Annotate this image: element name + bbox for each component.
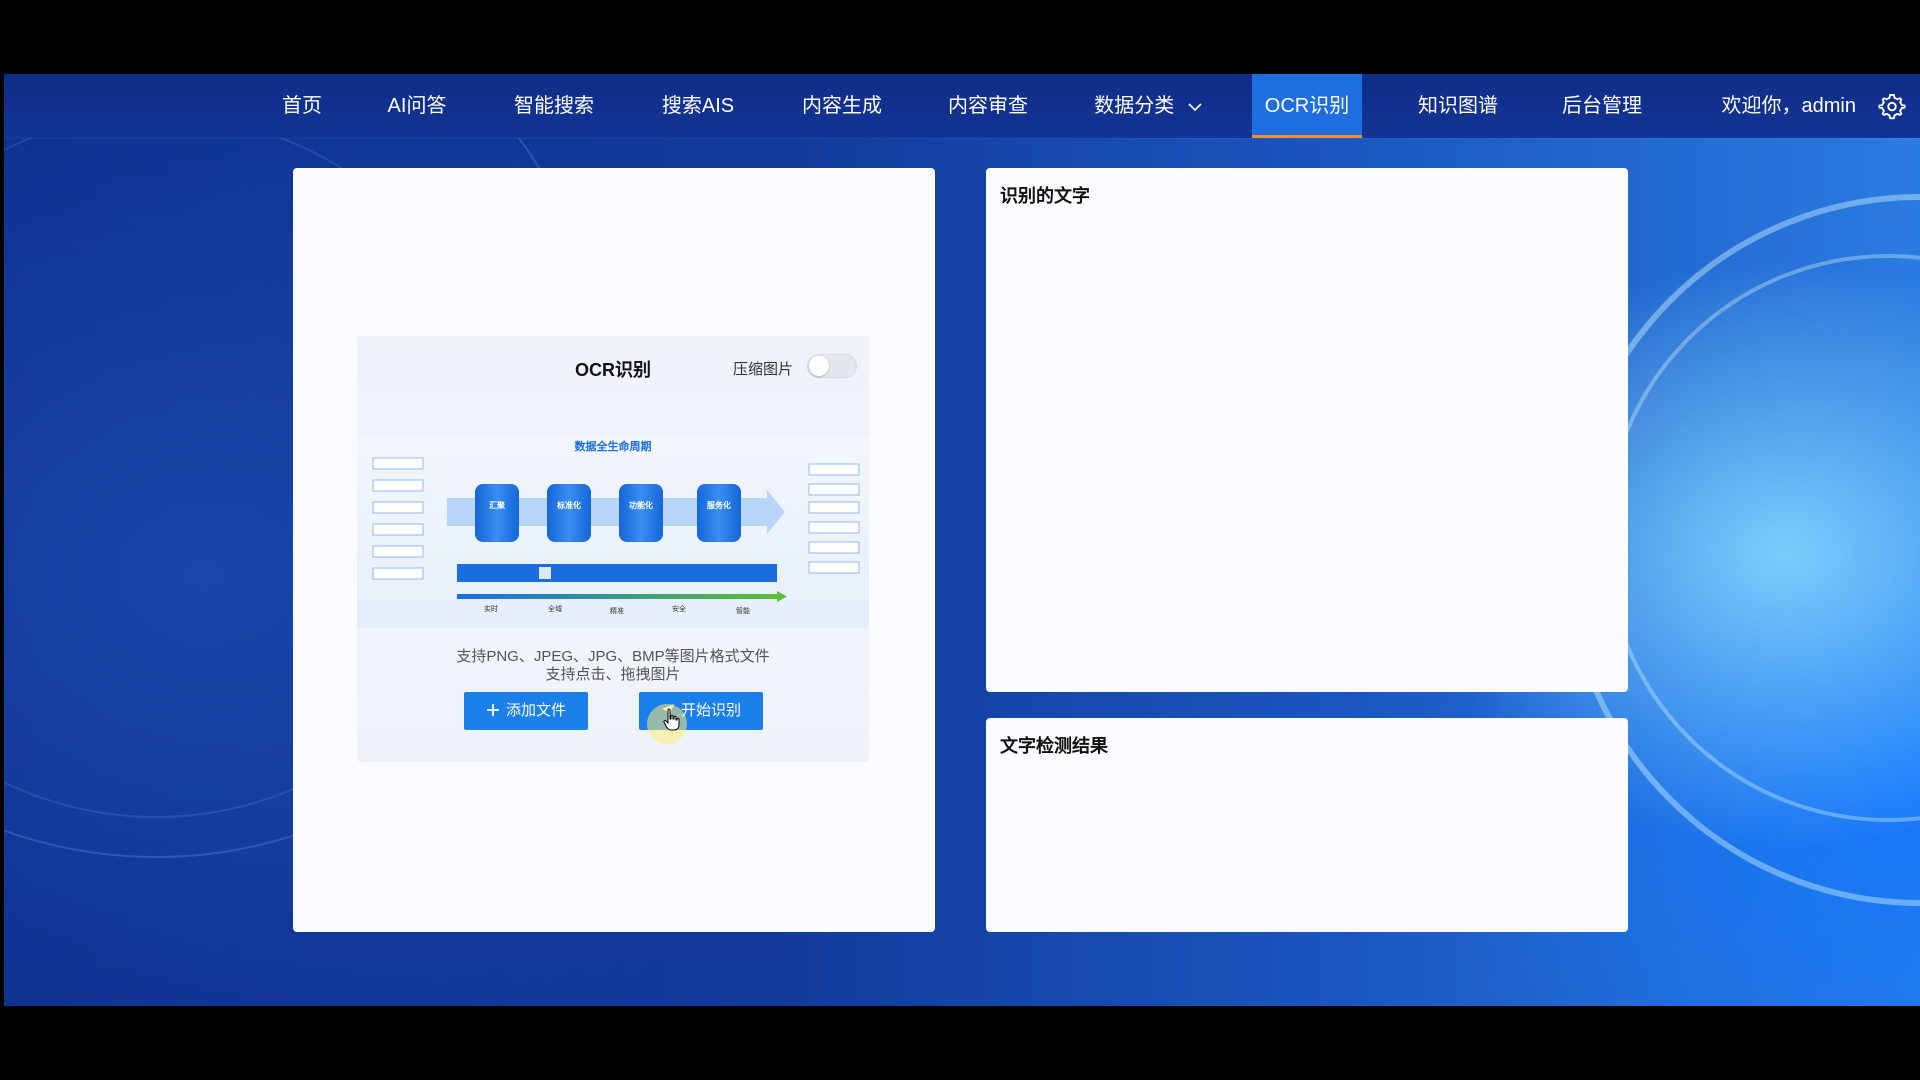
add-file-button[interactable]: 添加文件 [464, 692, 588, 730]
app-background: 首页 AI问答 智能搜索 搜索AIS 内容生成 内容审查 数据分类 OCR识别 … [4, 74, 1920, 1006]
ocr-upload-panel: OCR识别 压缩图片 数据全生命周期 汇聚 标准化 功能化 服务化 实时 全域 … [293, 168, 935, 932]
timeline-label: 全域 [548, 604, 562, 613]
toggle-knob [809, 356, 829, 376]
gear-icon[interactable] [1878, 92, 1906, 120]
plus-icon [486, 704, 499, 716]
detection-result-panel: 文字检测结果 [986, 718, 1628, 932]
stage-label: 服务化 [707, 500, 731, 510]
nav-item-content-review[interactable]: 内容审查 [938, 74, 1038, 138]
compress-label: 压缩图片 [733, 361, 794, 378]
nav-item-admin[interactable]: 后台管理 [1552, 74, 1652, 138]
nav-item-knowledge-graph[interactable]: 知识图谱 [1408, 74, 1508, 138]
nav-item-home[interactable]: 首页 [272, 74, 332, 138]
nav-item-search-ais[interactable]: 搜索AIS [648, 74, 748, 138]
stage-label: 汇聚 [489, 500, 506, 510]
top-navbar: 首页 AI问答 智能搜索 搜索AIS 内容生成 内容审查 数据分类 OCR识别 … [4, 74, 1920, 138]
nav-item-ocr[interactable]: OCR识别 [1252, 74, 1362, 138]
timeline-label: 精准 [610, 606, 624, 615]
nav-item-smart-search[interactable]: 智能搜索 [504, 74, 604, 138]
stage-label: 功能化 [629, 500, 653, 510]
detection-result-title: 文字检测结果 [1000, 736, 1108, 756]
uploaded-image-preview: 数据全生命周期 汇聚 标准化 功能化 服务化 实时 全域 精准 安全 智能 [357, 436, 869, 628]
preview-heading: 数据全生命周期 [575, 439, 652, 453]
compress-toggle[interactable] [807, 354, 857, 378]
welcome-text: 欢迎你，admin [1721, 95, 1856, 117]
timeline-label: 实时 [484, 604, 498, 613]
format-hint: 支持PNG、JPEG、JPG、BMP等图片格式文件 [456, 648, 770, 665]
nav-item-content-generation[interactable]: 内容生成 [792, 74, 892, 138]
nav-item-data-classification[interactable]: 数据分类 [1084, 74, 1212, 138]
chevron-down-icon [1188, 103, 1202, 111]
upload-dropzone[interactable]: OCR识别 压缩图片 数据全生命周期 汇聚 标准化 功能化 服务化 实时 全域 … [357, 336, 869, 762]
timeline-label: 安全 [672, 604, 686, 613]
recognized-text-title: 识别的文字 [1000, 186, 1090, 206]
recognized-text-panel: 识别的文字 [986, 168, 1628, 692]
nav-item-ai-qa[interactable]: AI问答 [376, 74, 458, 138]
hand-cursor-icon [663, 708, 680, 731]
timeline-label: 智能 [736, 606, 750, 615]
drag-hint: 支持点击、拖拽图片 [545, 666, 681, 683]
stage-label: 标准化 [556, 500, 581, 510]
